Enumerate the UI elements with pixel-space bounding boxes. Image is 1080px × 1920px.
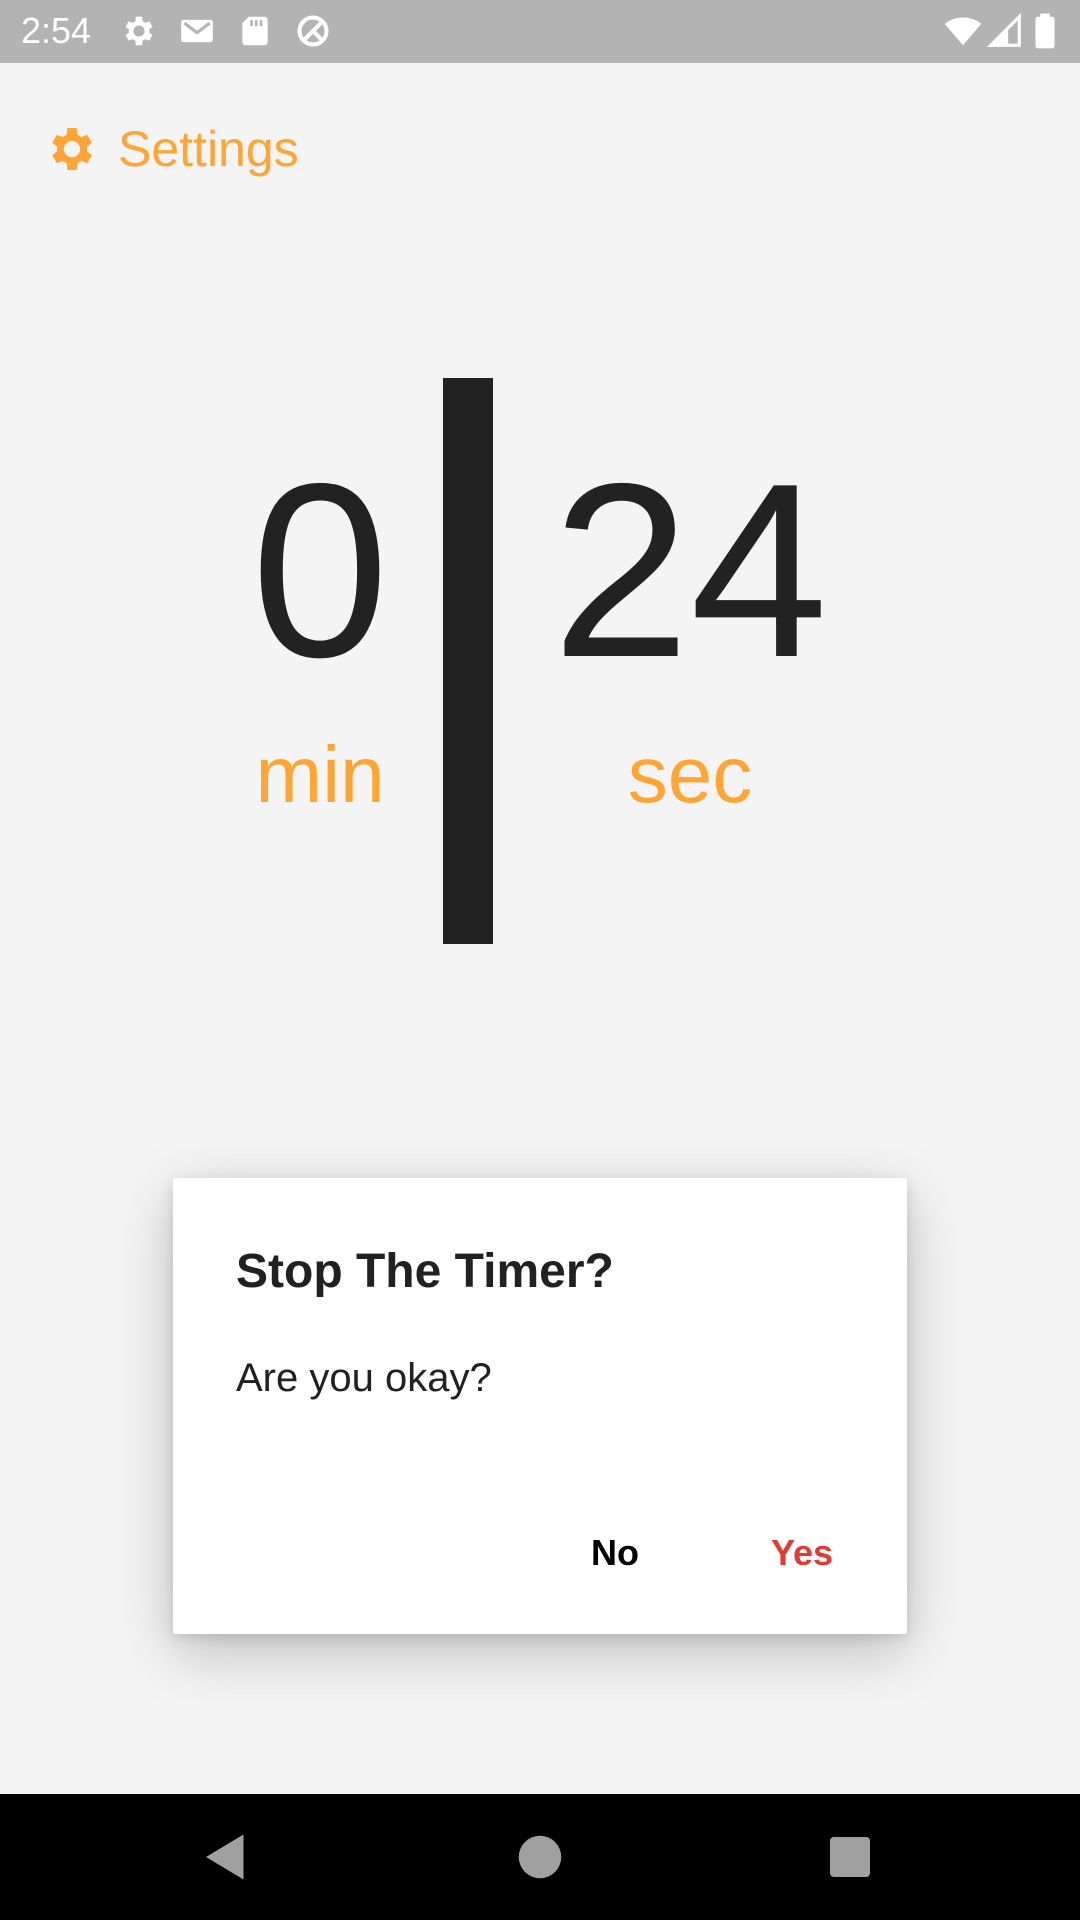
yes-button[interactable]: Yes: [759, 1518, 845, 1588]
dialog-title: Stop The Timer?: [236, 1245, 614, 1298]
navigation-bar: [0, 1794, 1080, 1920]
app-screen: 2:54 Settings 0 24 min sec Stop The Time…: [0, 0, 1080, 1920]
no-button[interactable]: No: [579, 1518, 651, 1588]
timer-divider: [443, 378, 493, 944]
timer-seconds: 24: [552, 431, 828, 709]
status-time: 2:54: [21, 10, 92, 51]
settings-label: Settings: [118, 121, 299, 177]
gmail-icon: [178, 12, 216, 50]
home-icon[interactable]: [510, 1827, 570, 1887]
back-icon[interactable]: [196, 1827, 256, 1887]
status-bar: 2:54: [0, 0, 1080, 63]
gear-icon: [44, 121, 100, 177]
seconds-unit-label: sec: [627, 730, 753, 819]
settings-link[interactable]: Settings: [44, 116, 299, 182]
sd-card-icon: [236, 12, 274, 50]
stop-timer-dialog: Stop The Timer? Are you okay? No Yes: [173, 1178, 907, 1634]
timer-minutes: 0: [251, 431, 389, 709]
recents-icon[interactable]: [820, 1827, 880, 1887]
minutes-unit-label: min: [255, 730, 385, 819]
do-not-disturb-icon: [294, 12, 332, 50]
dialog-message: Are you okay?: [236, 1356, 492, 1400]
settings-icon: [120, 12, 158, 50]
battery-icon: [1030, 12, 1060, 50]
wifi-icon: [944, 12, 982, 50]
cell-signal-icon: [986, 12, 1024, 50]
